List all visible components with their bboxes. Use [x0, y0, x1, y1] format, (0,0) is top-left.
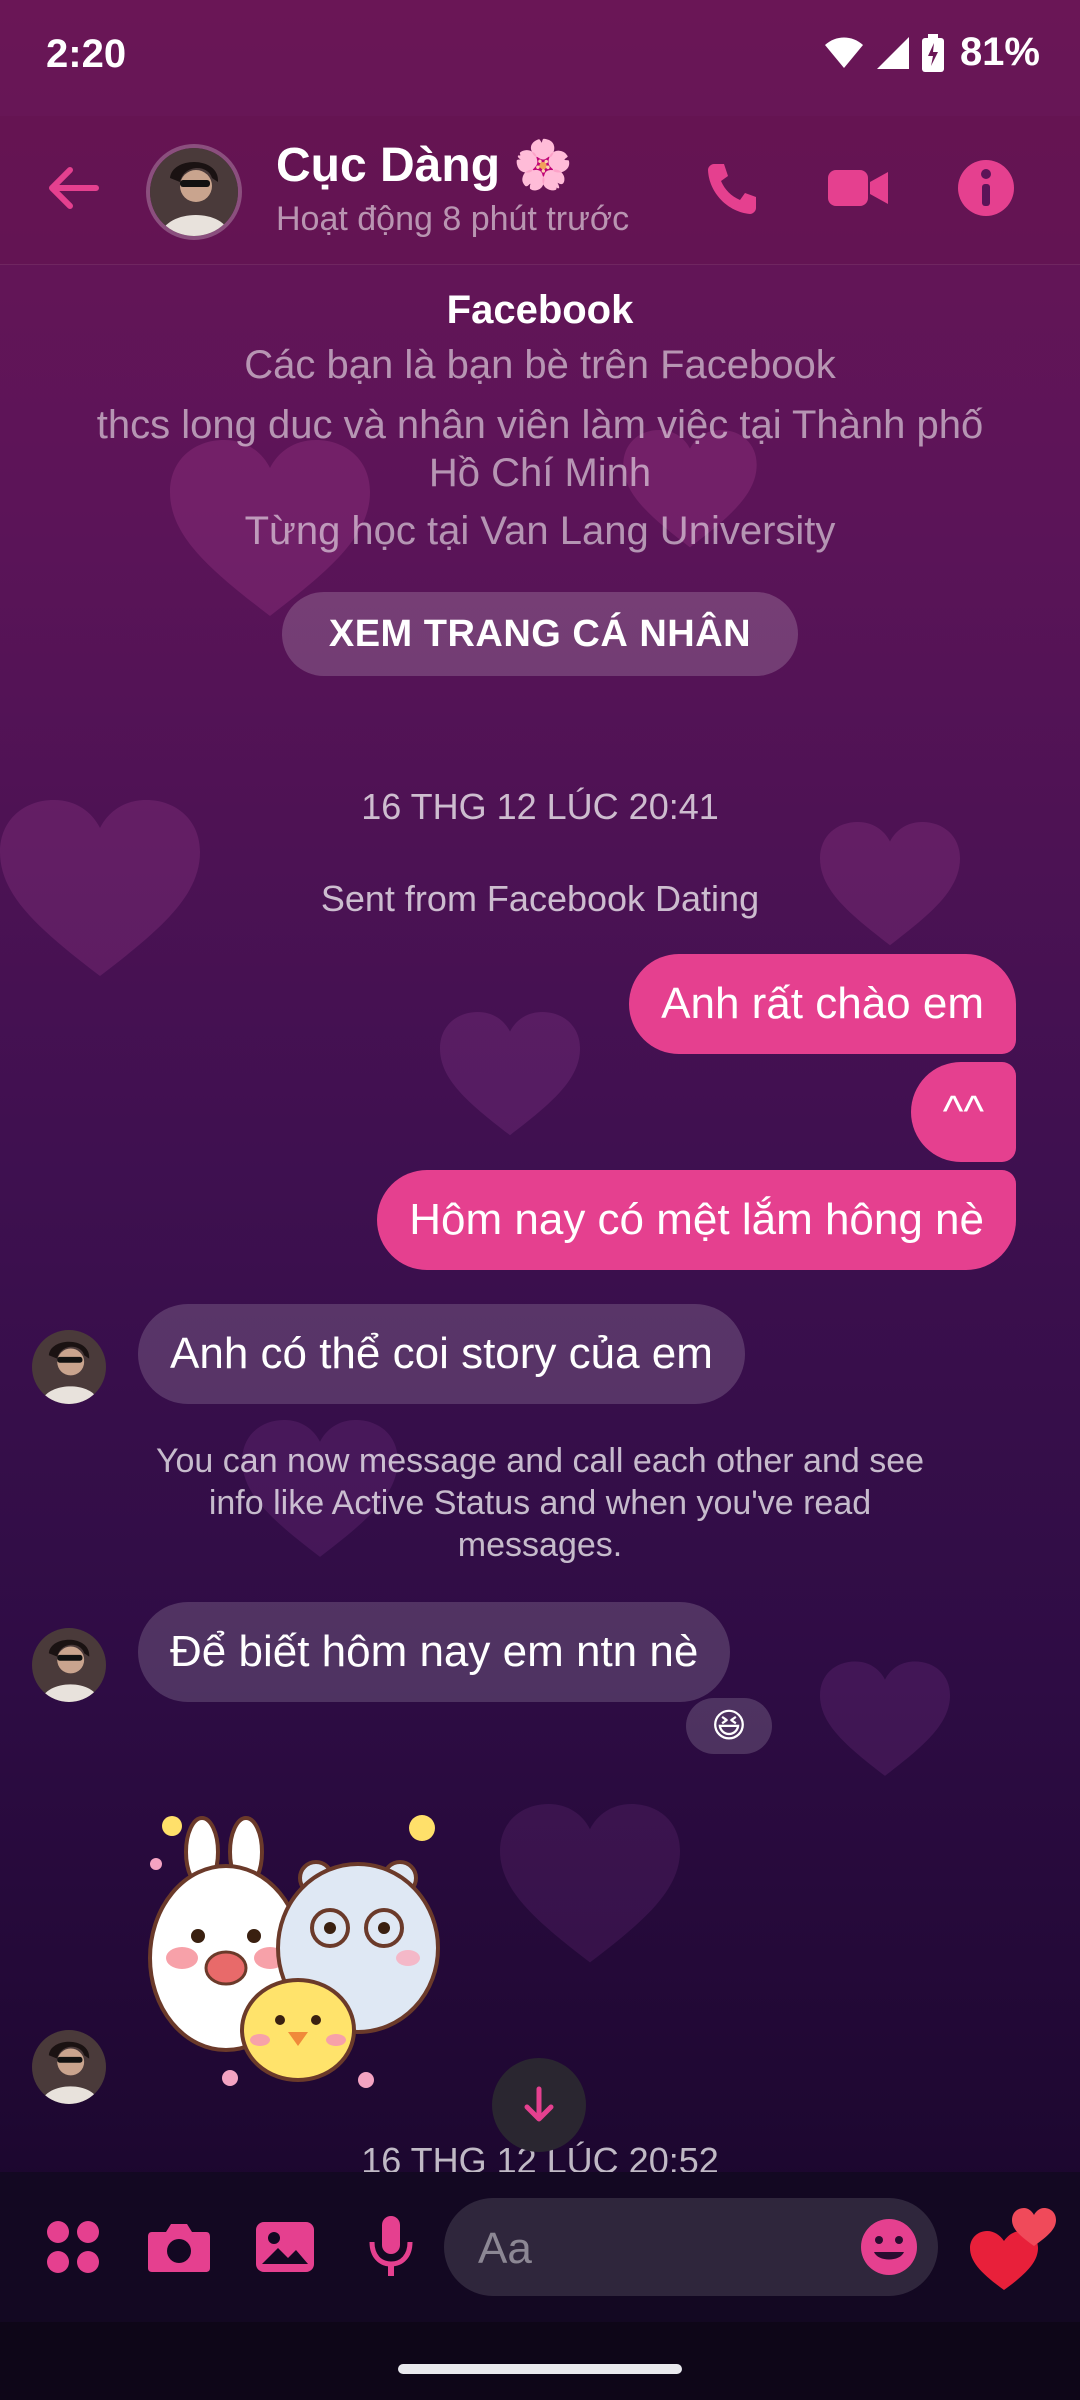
intro-study-line: Từng học tại Van Lang University [244, 509, 836, 553]
contact-avatar-small[interactable] [32, 1628, 106, 1702]
microphone-icon[interactable] [356, 2212, 426, 2282]
battery-percent: 81% [959, 30, 1040, 74]
intro-work-line: thcs long duc và nhân viên làm việc tại … [96, 403, 984, 447]
incoming-message[interactable]: Để biết hôm nay em ntn nè [138, 1602, 731, 1702]
arrow-down-icon [524, 2086, 554, 2122]
view-profile-button[interactable]: XEM TRANG CÁ NHÂN [282, 592, 798, 676]
scroll-down-button[interactable] [492, 2058, 586, 2152]
back-arrow-icon[interactable] [44, 158, 104, 218]
sticker-image[interactable] [138, 1808, 458, 2098]
signal-icon [876, 36, 910, 70]
outgoing-message[interactable]: Anh rất chào em [629, 954, 1016, 1054]
heart-icon [820, 1660, 950, 1780]
outgoing-message[interactable]: ^^ [910, 1062, 1016, 1162]
menu-grid-icon[interactable] [38, 2212, 108, 2282]
intro-friends-line: Các bạn là bạn bè trên Facebook [244, 343, 836, 387]
hearts-reaction-icon[interactable] [964, 2196, 1064, 2296]
intro-title: Facebook [446, 288, 634, 332]
system-nav-bar [0, 2322, 1080, 2400]
system-message: You can now message and call each other … [155, 1442, 925, 1564]
contact-avatar-small[interactable] [32, 1330, 106, 1404]
dating-note: Sent from Facebook Dating [320, 878, 760, 919]
message-timestamp: 16 THG 12 LÚC 20:41 [361, 786, 719, 827]
gallery-icon[interactable] [250, 2212, 320, 2282]
status-time: 2:20 [46, 32, 127, 76]
home-indicator[interactable] [398, 2364, 682, 2374]
message-input[interactable]: Aa [444, 2198, 938, 2296]
status-indicators: 81% [824, 30, 1040, 75]
contact-avatar[interactable] [146, 144, 242, 240]
active-status: Hoạt động 8 phút trước [276, 200, 630, 238]
message-reaction[interactable]: 😆 [686, 1698, 772, 1754]
emoji-icon[interactable] [856, 2214, 922, 2280]
battery-icon [921, 33, 944, 72]
heart-icon [500, 1800, 680, 1970]
outgoing-message[interactable]: Hôm nay có mệt lắm hông nè [377, 1170, 1016, 1270]
chat-header: Cục Dàng 🌸 Hoạt động 8 phút trước [0, 116, 1080, 265]
info-icon[interactable] [954, 156, 1018, 220]
message-input-placeholder: Aa [478, 2224, 532, 2273]
contact-avatar-small[interactable] [32, 2030, 106, 2104]
status-bar: 2:20 81% [0, 0, 1080, 116]
video-call-icon[interactable] [826, 156, 890, 220]
camera-icon[interactable] [144, 2212, 214, 2282]
phone-icon[interactable] [700, 156, 764, 220]
message-composer: Aa [0, 2172, 1080, 2322]
profile-intro: Facebook Các bạn là bạn bè trên Facebook… [0, 270, 1080, 555]
incoming-message[interactable]: Anh có thể coi story của em [138, 1304, 745, 1404]
heart-icon [440, 1010, 580, 1140]
wifi-icon [824, 36, 864, 70]
contact-name[interactable]: Cục Dàng 🌸 [276, 136, 573, 193]
intro-work-line-2: Hồ Chí Minh [428, 451, 652, 495]
